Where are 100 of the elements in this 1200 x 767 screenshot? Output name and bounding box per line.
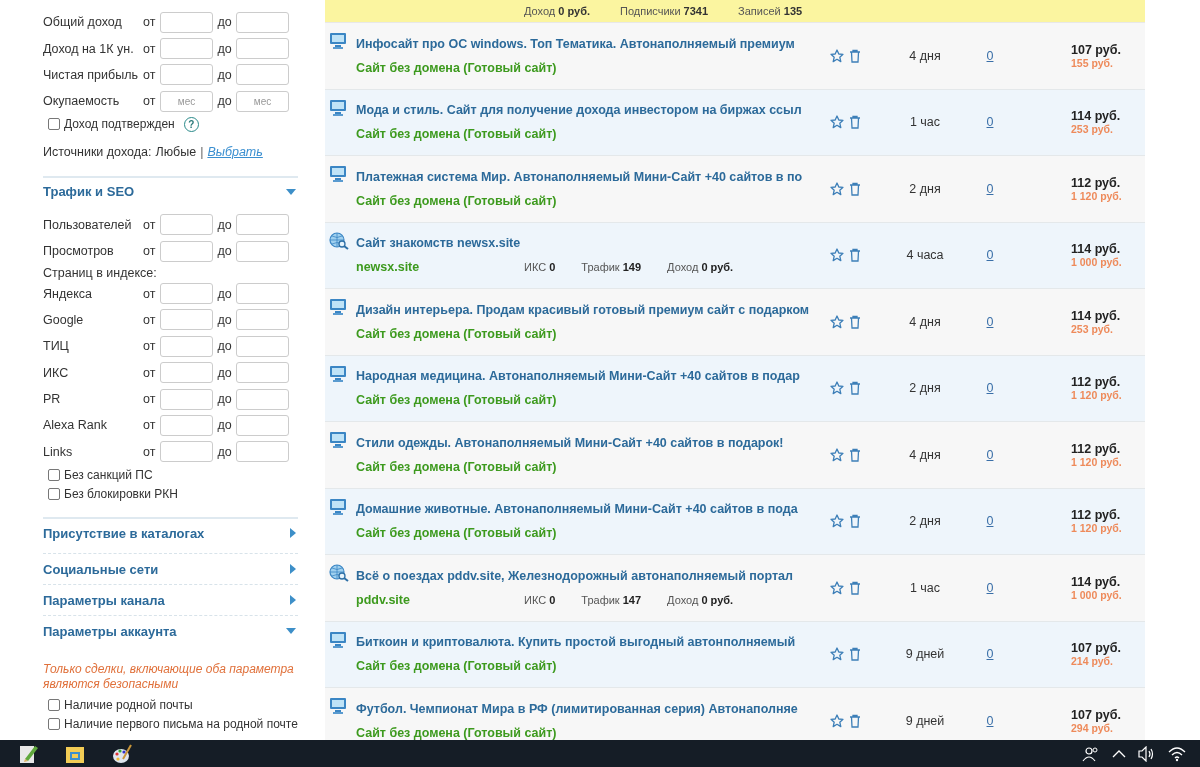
expand-caret-icon[interactable] [290,595,296,606]
listing-title-link[interactable]: Футбол. Чемпионат Мира в РФ (лимитированная серия) Автонаполняе [356,701,826,716]
listing-title-link[interactable]: Стили одежды. Автонаполняемый Мини-Сайт +40 сайтов в подарок! [356,435,826,450]
listing-title-link[interactable]: Всё о поездах pddv.site, Железнодорожный автонаполняемый портал [356,568,826,583]
field-label: Яндекса [43,286,93,301]
bids-link[interactable]: 0 [986,647,994,662]
from-input-field[interactable]: мес [160,90,213,112]
to-label: до [216,444,233,459]
from-input-field[interactable] [160,441,213,463]
trash-icon[interactable] [849,115,861,130]
trash-icon[interactable] [849,580,861,595]
checkbox[interactable] [48,698,60,711]
star-icon[interactable] [830,713,844,728]
bids-link[interactable]: 0 [986,48,994,63]
bids-link[interactable]: 0 [986,314,994,329]
trash-icon[interactable] [849,181,861,196]
trash-icon[interactable] [849,48,861,63]
from-input-field[interactable] [160,335,213,357]
to-input-field[interactable] [236,64,289,86]
listing-title-link[interactable]: Мода и стиль. Сайт для получение дохода инвестором на биржах ссыл [356,103,826,118]
collapse-caret-icon[interactable] [286,188,296,195]
star-icon[interactable] [830,181,844,196]
to-label: до [216,15,233,30]
to-input-field[interactable] [236,240,289,262]
palette-icon[interactable] [111,742,133,765]
from-input-field[interactable] [160,214,213,236]
to-input-field[interactable] [236,214,289,236]
to-input-field[interactable] [236,388,289,410]
star-icon[interactable] [830,115,844,130]
listing-title-link[interactable]: Народная медицина. Автонаполняемый Мини-Сайт +40 сайтов в подар [356,369,826,384]
star-icon[interactable] [830,580,844,595]
from-input-field[interactable] [160,309,213,331]
bids-link[interactable]: 0 [986,447,994,462]
star-icon[interactable] [830,248,844,263]
choose-link[interactable]: Выбрать [207,144,263,159]
section-header[interactable]: Социальные сети [43,561,159,577]
to-input-field[interactable] [236,335,289,357]
from-input-field[interactable] [160,240,213,262]
caret-up-icon[interactable] [1112,748,1126,759]
checkbox[interactable] [48,118,60,131]
checkbox[interactable] [48,468,60,481]
bids-link[interactable]: 0 [986,713,994,728]
age-text: 9 дней [904,647,946,662]
listing-title-link[interactable]: Биткоин и криптовалюта. Купить простой выгодный автонполняемый [356,635,826,650]
listing-title-link[interactable]: Дизайн интерьера. Продам красивый готовый премиум сайт с подарком [356,302,826,317]
checkbox[interactable] [48,717,60,730]
to-input-field[interactable] [236,415,289,436]
star-icon[interactable] [830,647,844,662]
from-label: от [143,94,157,109]
from-label: от [143,15,157,30]
bids-link[interactable]: 0 [986,514,994,529]
to-input-field[interactable] [236,362,289,384]
trash-icon[interactable] [849,248,861,263]
trash-icon[interactable] [849,647,861,662]
trash-icon[interactable] [849,447,861,462]
bids-link[interactable]: 0 [986,248,994,263]
to-input-field[interactable] [236,309,289,331]
star-icon[interactable] [830,48,844,63]
expand-caret-icon[interactable] [290,528,296,539]
to-input-field[interactable] [236,38,289,60]
from-input-field[interactable] [160,38,213,60]
star-icon[interactable] [830,514,844,529]
bids-link[interactable]: 0 [986,181,994,196]
from-input-field[interactable] [160,388,213,410]
star-icon[interactable] [830,314,844,329]
from-input-field[interactable] [160,415,213,436]
star-icon[interactable] [830,447,844,462]
section-header[interactable]: Трафик и SEO [43,184,135,200]
to-input-field[interactable] [236,11,289,33]
from-label: от [143,392,157,407]
collapse-caret-icon[interactable] [286,628,296,635]
from-label: от [143,339,157,354]
trash-icon[interactable] [849,514,861,529]
section-header[interactable]: Параметры аккаунта [43,623,177,639]
wifi-icon[interactable] [1168,745,1186,762]
bids-link[interactable]: 0 [986,580,994,595]
listing-title-link[interactable]: Домашние животные. Автонаполняемый Мини-Сайт +40 сайтов в пода [356,502,826,517]
star-icon[interactable] [830,381,844,396]
speaker-icon[interactable] [1138,745,1156,762]
section-header[interactable]: Параметры канала [43,592,165,608]
expand-caret-icon[interactable] [290,564,296,575]
trash-icon[interactable] [849,314,861,329]
checkbox[interactable] [48,487,60,500]
bids-link[interactable]: 0 [986,115,994,130]
from-input-field[interactable] [160,283,213,305]
from-input-field[interactable] [160,11,213,33]
to-input-field[interactable] [236,441,289,463]
trash-icon[interactable] [849,381,861,396]
from-input-field[interactable] [160,362,213,384]
to-input-field[interactable] [236,283,289,305]
trash-icon[interactable] [849,713,861,728]
people-icon[interactable] [1082,744,1100,763]
section-header[interactable]: Присутствие в каталогах [43,525,205,541]
to-input-field[interactable]: мес [236,90,289,112]
from-input-field[interactable] [160,64,213,86]
age-text: 2 дня [908,514,942,529]
listing-title-link[interactable]: Платежная система Мир. Автонаполняемый Мини-Сайт +40 сайтов в по [356,169,826,184]
listing-title-link[interactable]: Инфосайт про ОС windows. Топ Тематика. Автонаполняемый премиум [356,36,826,51]
bids-link[interactable]: 0 [986,381,994,396]
listing-title-link[interactable]: Сайт знакомств newsx.site [356,236,826,251]
